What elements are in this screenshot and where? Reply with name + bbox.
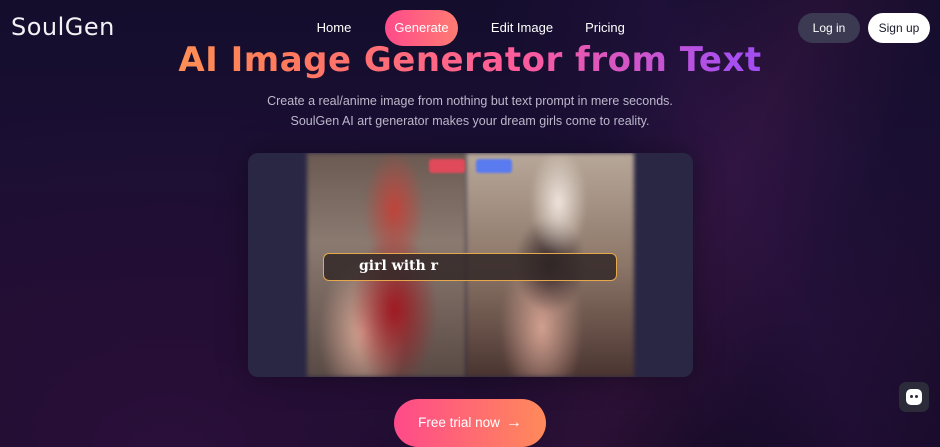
free-trial-button[interactable]: Free trial now →: [394, 399, 546, 447]
signup-button[interactable]: Sign up: [868, 13, 930, 43]
login-button[interactable]: Log in: [798, 13, 860, 43]
brand-logo[interactable]: SoulGen: [11, 13, 115, 41]
prompt-text: girl with r: [359, 258, 438, 274]
chat-icon: [906, 389, 922, 405]
chat-widget-button[interactable]: [899, 382, 929, 412]
image-tag-right: [476, 159, 512, 173]
free-trial-label: Free trial now: [418, 415, 500, 430]
prompt-input-demo: girl with r: [323, 253, 617, 281]
hero-subtitle-line-1: Create a real/anime image from nothing b…: [267, 94, 673, 108]
arrow-right-icon: →: [505, 414, 522, 431]
hero-subtitle-line-2: SoulGen AI art generator makes your drea…: [290, 114, 650, 128]
image-tag-left: [429, 159, 465, 173]
hero-title: AI Image Generator from Text: [0, 40, 940, 80]
